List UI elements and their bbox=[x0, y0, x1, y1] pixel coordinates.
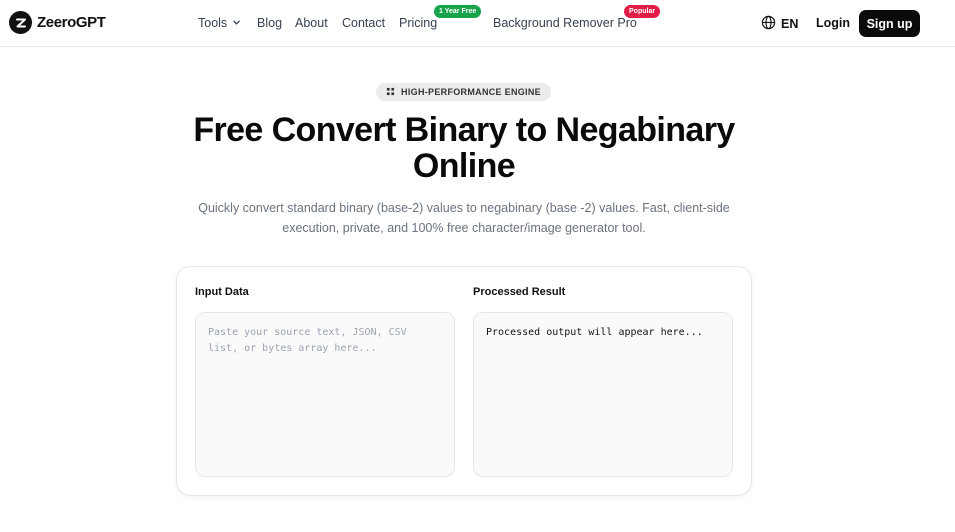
nav-pricing[interactable]: Pricing bbox=[399, 16, 437, 30]
nav-tools[interactable]: Tools bbox=[198, 16, 241, 30]
login-link[interactable]: Login bbox=[816, 16, 850, 30]
input-textarea[interactable] bbox=[195, 312, 455, 477]
engine-icon bbox=[386, 87, 395, 98]
output-label: Processed Result bbox=[473, 286, 566, 298]
nav-contact[interactable]: Contact bbox=[342, 16, 385, 30]
nav-blog[interactable]: Blog bbox=[257, 16, 282, 30]
logo-text: ZeeroGPT bbox=[37, 14, 106, 31]
nav-background-remover[interactable]: Background Remover Pro bbox=[493, 16, 637, 30]
pricing-badge: 1 Year Free bbox=[434, 5, 482, 18]
globe-icon bbox=[761, 15, 776, 33]
signup-button[interactable]: Sign up bbox=[859, 10, 920, 37]
language-label: EN bbox=[781, 17, 799, 31]
page: ZeeroGPT Tools Blog About Contact Pricin… bbox=[0, 0, 955, 532]
page-subtitle: Quickly convert standard binary (base-2)… bbox=[198, 201, 730, 235]
language-selector[interactable]: EN bbox=[761, 15, 798, 33]
popular-badge: Popular bbox=[624, 5, 661, 18]
top-navbar: ZeeroGPT Tools Blog About Contact Pricin… bbox=[0, 0, 955, 47]
engine-pill: HIGH-PERFORMANCE ENGINE bbox=[376, 83, 551, 101]
engine-pill-label: HIGH-PERFORMANCE ENGINE bbox=[401, 87, 541, 97]
input-label: Input Data bbox=[195, 286, 249, 298]
nav-about[interactable]: About bbox=[295, 16, 328, 30]
converter-card: Input Data Processed Result Processed ou… bbox=[176, 266, 752, 496]
nav-tools-label: Tools bbox=[198, 16, 228, 30]
output-box[interactable]: Processed output will appear here... bbox=[473, 312, 733, 477]
page-title: Free Convert Binary to Negabinary Online bbox=[193, 111, 735, 185]
chevron-down-icon bbox=[232, 16, 241, 30]
zeero-logo-icon bbox=[9, 11, 32, 34]
logo[interactable]: ZeeroGPT bbox=[9, 11, 106, 34]
